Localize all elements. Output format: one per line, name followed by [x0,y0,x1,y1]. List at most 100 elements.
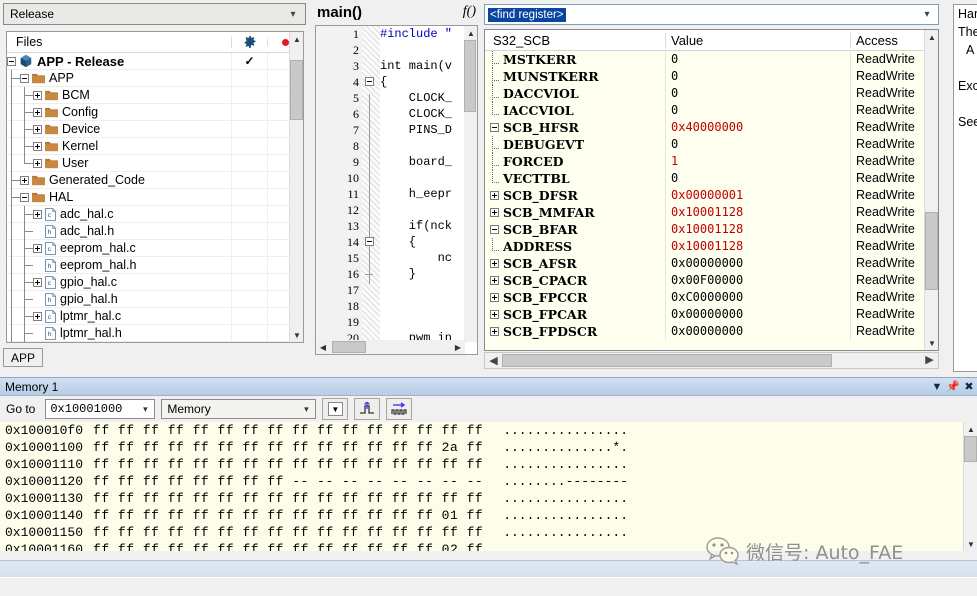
column-header-value[interactable]: Value [665,33,850,48]
code-line[interactable]: nc [380,250,477,266]
memory-view-type-select[interactable]: Memory ▾ [161,399,316,419]
register-row[interactable]: SCB_DFSR0x00000001ReadWrite [485,187,938,204]
memory-row[interactable]: 0x10001150ff ff ff ff ff ff ff ff ff ff … [0,524,977,541]
memory-bytes[interactable]: ff ff ff ff ff ff ff ff ff ff ff ff ff f… [93,542,483,551]
tree-collapse-toggle[interactable] [7,57,16,66]
register-value[interactable]: 0 [665,170,850,187]
tree-item-gpio-hal-c[interactable]: cgpio_hal.c [7,274,303,291]
scroll-up-button[interactable]: ▲ [290,32,304,46]
tree-item-lptmr-hal-c[interactable]: clptmr_hal.c [7,308,303,325]
register-value[interactable]: 0x10001128 [665,221,850,238]
chevron-down-icon[interactable]: ▾ [298,404,314,415]
tree-collapse-toggle[interactable] [20,193,29,202]
tree-item-check-cell[interactable] [231,104,267,121]
tree-item-adc-hal-c[interactable]: cadc_hal.c [7,206,303,223]
register-value[interactable]: 0x00000000 [665,323,850,340]
tree-item-eeprom-hal-c[interactable]: ceeprom_hal.c [7,240,303,257]
tree-item-eeprom-hal-h[interactable]: heeprom_hal.h [7,257,303,274]
code-line[interactable]: { [380,234,477,250]
tree-item-hal[interactable]: HAL [7,189,303,206]
memory-bytes[interactable]: ff ff ff ff ff ff ff ff ff ff ff ff ff f… [93,440,483,455]
memory-row[interactable]: 0x10001100ff ff ff ff ff ff ff ff ff ff … [0,439,977,456]
code-text-area[interactable]: #include "int main(v{ CLOCK_ CLOCK_ PINS… [380,26,477,354]
chevron-down-icon[interactable]: ▾ [918,9,936,20]
register-row[interactable]: SCB_BFAR0x10001128ReadWrite [485,221,938,238]
stream-data-button[interactable] [386,398,412,420]
code-line[interactable]: #include " [380,26,477,42]
register-expand-toggle[interactable] [490,310,499,319]
scroll-up-button[interactable]: ▲ [464,26,478,40]
memory-row[interactable]: 0x10001130ff ff ff ff ff ff ff ff ff ff … [0,490,977,507]
tree-item-bcm[interactable]: BCM [7,87,303,104]
memory-hex-grid[interactable]: 0x100010f0ff ff ff ff ff ff ff ff ff ff … [0,422,977,551]
register-row[interactable]: IACCVIOL0ReadWrite [485,102,938,119]
registers-horizontal-scrollbar[interactable]: ◀ ▶ [484,352,939,369]
register-value[interactable]: 0 [665,136,850,153]
memory-address-input[interactable]: 0x10001000 ▾ [45,399,155,419]
tree-expand-toggle[interactable] [33,312,42,321]
code-folding-column[interactable] [362,26,380,354]
code-line[interactable]: int main(v [380,58,477,74]
code-line[interactable]: { [380,74,477,90]
register-expand-toggle[interactable] [490,191,499,200]
register-value[interactable]: 0x10001128 [665,238,850,255]
tree-expand-toggle[interactable] [33,91,42,100]
register-row[interactable]: SCB_FPCAR0x00000000ReadWrite [485,306,938,323]
code-line[interactable]: } [380,266,477,282]
tree-expand-toggle[interactable] [33,244,42,253]
scroll-down-button[interactable]: ▼ [290,328,304,342]
tree-item-app-release[interactable]: APP - Release✓ [7,53,303,70]
scroll-left-button[interactable]: ◀ [485,354,502,367]
code-line[interactable] [380,42,477,58]
scroll-thumb[interactable] [502,354,832,367]
register-expand-toggle[interactable] [490,259,499,268]
register-row[interactable]: MSTKERR0ReadWrite [485,51,938,68]
tree-expand-toggle[interactable] [20,176,29,185]
code-line[interactable]: if(nck [380,218,477,234]
close-icon[interactable]: ✖ [961,380,977,393]
memory-bytes[interactable]: ff ff ff ff ff ff ff ff ff ff ff ff ff f… [93,457,483,472]
register-expand-toggle[interactable] [490,276,499,285]
tree-item-check-cell[interactable] [231,257,267,274]
register-row[interactable]: FORCED1ReadWrite [485,153,938,170]
register-expand-toggle[interactable] [490,208,499,217]
tree-item-check-cell[interactable] [231,223,267,240]
register-row[interactable]: SCB_MMFAR0x10001128ReadWrite [485,204,938,221]
register-value[interactable]: 0x00000000 [665,306,850,323]
register-row[interactable]: SCB_CPACR0x00F00000ReadWrite [485,272,938,289]
tree-item-generated-code[interactable]: Generated_Code [7,172,303,189]
tree-item-gpio-hal-h[interactable]: hgpio_hal.h [7,291,303,308]
register-expand-toggle[interactable] [490,293,499,302]
scroll-down-button[interactable]: ▼ [964,537,977,551]
function-scope-icon[interactable]: f() [463,4,476,20]
code-line[interactable] [380,282,477,298]
register-expand-toggle[interactable] [490,327,499,336]
register-row[interactable]: SCB_AFSR0x00000000ReadWrite [485,255,938,272]
register-row[interactable]: SCB_HFSR0x40000000ReadWrite [485,119,938,136]
tree-collapse-toggle[interactable] [20,74,29,83]
code-editor-body[interactable]: 1234567891011121314151617181920 #include… [315,25,478,355]
code-line[interactable]: CLOCK_ [380,106,477,122]
tree-item-check-cell[interactable] [231,274,267,291]
code-line[interactable]: PINS_D [380,122,477,138]
register-value[interactable]: 1 [665,153,850,170]
scroll-right-button[interactable]: ▶ [921,353,938,368]
register-row[interactable]: ADDRESS0x10001128ReadWrite [485,238,938,255]
scroll-thumb[interactable] [925,212,938,290]
code-line[interactable]: h_eepr [380,186,477,202]
fold-toggle[interactable] [365,237,374,246]
tree-item-device[interactable]: Device [7,121,303,138]
register-row[interactable]: DACCVIOL0ReadWrite [485,85,938,102]
register-value[interactable]: 0 [665,51,850,68]
tree-item-check-cell[interactable] [231,138,267,155]
pin-icon[interactable]: 📌 [945,380,961,393]
editor-vertical-scrollbar[interactable]: ▲ [464,26,477,342]
code-line[interactable] [380,170,477,186]
register-value[interactable]: 0x00000000 [665,255,850,272]
tree-expand-toggle[interactable] [33,278,42,287]
code-line[interactable] [380,298,477,314]
register-row[interactable]: DEBUGEVT0ReadWrite [485,136,938,153]
memory-row[interactable]: 0x10001140ff ff ff ff ff ff ff ff ff ff … [0,507,977,524]
register-value[interactable]: 0x40000000 [665,119,850,136]
tree-item-check-cell[interactable] [231,172,267,189]
